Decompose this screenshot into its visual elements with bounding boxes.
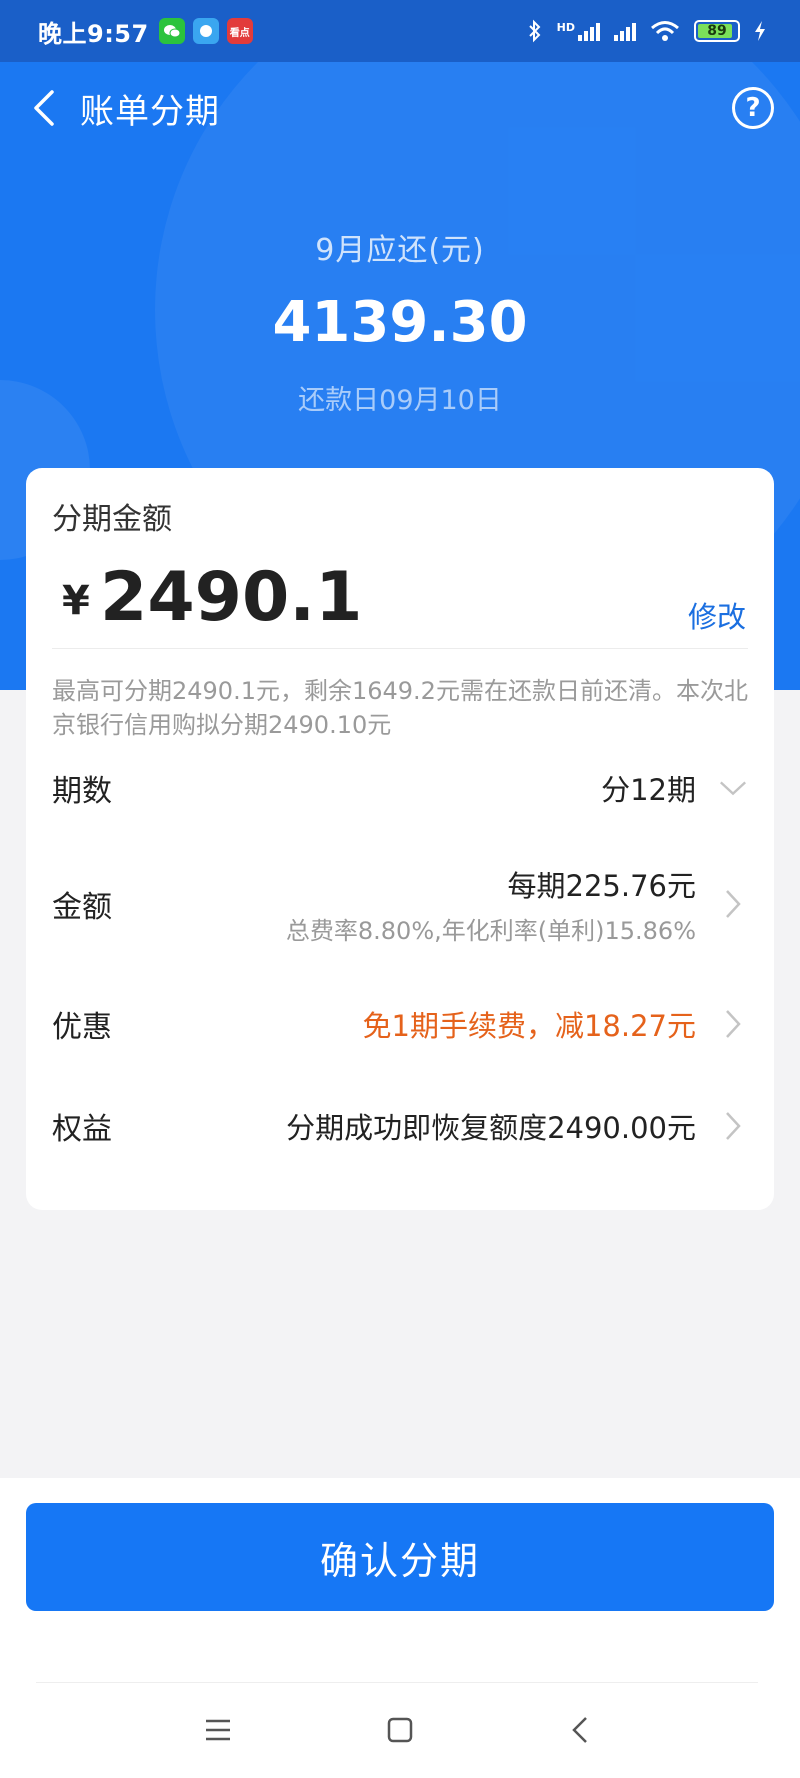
divider bbox=[36, 1682, 758, 1683]
due-amount: 4139.30 bbox=[272, 290, 528, 355]
battery-level: 89 bbox=[707, 23, 727, 39]
back-nav-icon[interactable] bbox=[562, 1712, 598, 1748]
currency-symbol: ¥ bbox=[62, 578, 90, 624]
divider bbox=[52, 648, 748, 649]
modify-button[interactable]: 修改 bbox=[688, 594, 746, 636]
news-app-icon: 看点 bbox=[226, 18, 253, 44]
system-nav-bar bbox=[0, 1700, 800, 1760]
home-icon[interactable] bbox=[382, 1712, 418, 1748]
cellular-signal-2-icon bbox=[614, 21, 636, 41]
periods-label: 期数 bbox=[52, 774, 112, 809]
installment-card: 分期金额 ¥ 2490.1 修改 最高可分期2490.1元，剩余1649.2元需… bbox=[26, 468, 774, 1210]
status-time: 晚上9:57 bbox=[38, 19, 149, 48]
back-button[interactable] bbox=[24, 88, 64, 128]
amount-label: 金额 bbox=[52, 890, 112, 925]
battery-icon: 89 bbox=[694, 20, 740, 42]
chevron-down-icon bbox=[718, 773, 748, 803]
menu-icon[interactable] bbox=[200, 1712, 236, 1748]
amount-value: 每期225.76元 bbox=[507, 868, 696, 903]
network-type-label: HD bbox=[556, 21, 575, 34]
chevron-right-icon bbox=[718, 1111, 748, 1141]
chevron-left-icon bbox=[34, 90, 54, 126]
discount-row[interactable]: 优惠 免1期手续费，减18.27元 bbox=[52, 994, 748, 1054]
benefit-value: 分期成功即恢复额度2490.00元 bbox=[286, 1111, 696, 1145]
discount-value: 免1期手续费，减18.27元 bbox=[362, 1009, 696, 1043]
question-icon: ? bbox=[745, 93, 761, 123]
periods-row[interactable]: 期数 分12期 bbox=[52, 758, 748, 818]
charging-icon bbox=[755, 21, 765, 41]
bluetooth-icon bbox=[528, 19, 541, 43]
confirm-installment-button[interactable]: 确认分期 bbox=[26, 1503, 774, 1611]
chevron-right-icon bbox=[718, 1009, 748, 1039]
wechat-icon bbox=[158, 18, 185, 44]
due-label: 9月应还(元) bbox=[315, 233, 485, 268]
browser-icon bbox=[192, 18, 219, 44]
chevron-right-icon bbox=[718, 889, 748, 919]
status-bar: 晚上9:57 看点 HD 89 bbox=[0, 0, 800, 62]
periods-value: 分12期 bbox=[601, 773, 696, 807]
benefit-row[interactable]: 权益 分期成功即恢复额度2490.00元 bbox=[52, 1096, 748, 1156]
amount-row[interactable]: 金额 每期225.76元 总费率8.80%,年化利率(单利)15.86% bbox=[52, 860, 748, 948]
help-button[interactable]: ? bbox=[732, 87, 774, 129]
cellular-signal-icon: HD bbox=[557, 21, 600, 41]
page-title: 账单分期 bbox=[80, 91, 220, 132]
nav-bar: 账单分期 ? bbox=[0, 62, 800, 154]
installment-note: 最高可分期2490.1元，剩余1649.2元需在还款日前还清。本次北京银行信用购… bbox=[52, 677, 748, 739]
wifi-icon bbox=[651, 21, 679, 41]
benefit-label: 权益 bbox=[52, 1112, 112, 1147]
discount-label: 优惠 bbox=[52, 1010, 112, 1045]
due-date: 还款日09月10日 bbox=[298, 385, 502, 416]
installment-amount-title: 分期金额 bbox=[52, 502, 172, 537]
status-icons: HD 89 bbox=[527, 19, 766, 43]
rate-info: 总费率8.80%,年化利率(单利)15.86% bbox=[285, 916, 696, 945]
installment-amount: 2490.1 bbox=[100, 558, 363, 637]
